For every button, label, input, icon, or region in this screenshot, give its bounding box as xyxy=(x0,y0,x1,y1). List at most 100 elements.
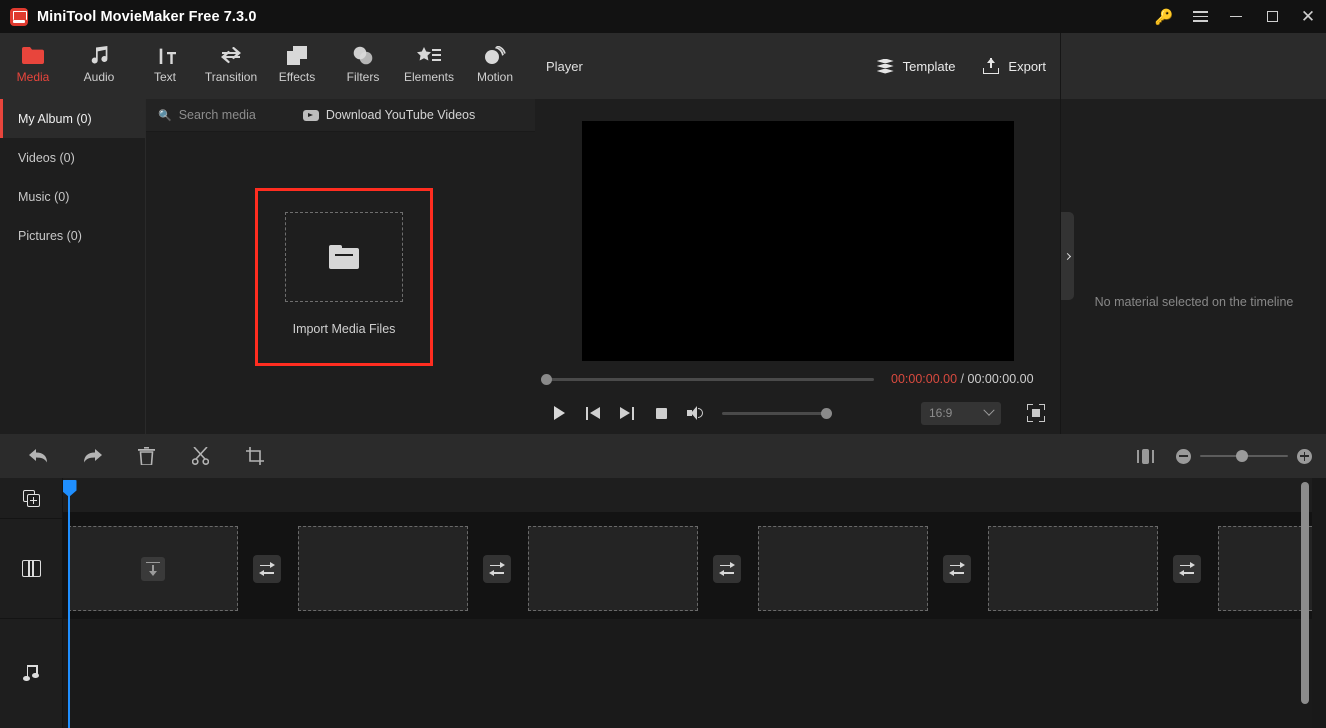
playhead[interactable] xyxy=(63,480,77,728)
ribbon-item-filters[interactable]: Filters xyxy=(330,33,396,99)
audio-track-header[interactable] xyxy=(0,618,62,728)
clip-download-icon[interactable] xyxy=(141,556,165,581)
hamburger-menu-icon[interactable] xyxy=(1182,0,1218,33)
seek-slider[interactable] xyxy=(541,373,874,385)
ribbon-item-media[interactable]: Media xyxy=(0,33,66,99)
video-stage xyxy=(535,99,1060,390)
properties-empty-message: No material selected on the timeline xyxy=(1094,295,1294,309)
sidebar-item-videos[interactable]: Videos (0) xyxy=(0,138,145,177)
redo-arrow-icon xyxy=(84,449,102,463)
volume-slider[interactable] xyxy=(722,407,832,419)
timeline-clip[interactable] xyxy=(1218,526,1312,611)
timeline-body[interactable] xyxy=(63,478,1312,728)
ribbon-label-media: Media xyxy=(16,70,50,84)
transition-button[interactable] xyxy=(943,555,971,583)
video-track-header[interactable] xyxy=(0,518,62,618)
aspect-ratio-select[interactable]: 16:9 xyxy=(921,401,1001,425)
next-frame-icon[interactable] xyxy=(614,400,640,426)
folder-icon xyxy=(329,245,359,269)
export-button[interactable]: Export xyxy=(983,58,1046,74)
film-strip-icon xyxy=(21,560,41,577)
search-input[interactable]: 🔍 Search media xyxy=(158,108,256,122)
timeline-clip[interactable] xyxy=(298,526,468,611)
crop-button[interactable] xyxy=(241,443,268,470)
ribbon-label-filters: Filters xyxy=(346,70,380,84)
ribbon-item-elements[interactable]: Elements xyxy=(396,33,462,99)
timeline-clip[interactable] xyxy=(758,526,928,611)
delete-button[interactable] xyxy=(133,443,160,470)
video-preview[interactable] xyxy=(581,120,1014,361)
maximize-icon[interactable] xyxy=(1254,0,1290,33)
template-button[interactable]: Template xyxy=(876,58,956,74)
layers-squares-icon xyxy=(287,42,307,68)
timeline-clip[interactable] xyxy=(68,526,238,611)
volume-icon[interactable] xyxy=(682,400,708,426)
zoom-slider[interactable] xyxy=(1200,449,1288,462)
sidebar-item-my-album[interactable]: My Album (0) xyxy=(0,99,145,138)
motion-ball-icon xyxy=(484,42,506,68)
player-header-actions: Template Export xyxy=(849,58,1046,74)
trash-icon xyxy=(138,447,155,465)
media-panel: My Album (0) Videos (0) Music (0) Pictur… xyxy=(0,99,535,434)
ribbon-toolbar: Media Audio Text Transition Effects Filt… xyxy=(0,33,535,99)
stop-icon[interactable] xyxy=(648,400,674,426)
minimize-icon[interactable] xyxy=(1218,0,1254,33)
import-media-files-button[interactable]: Import Media Files xyxy=(255,188,433,366)
zoom-out-icon[interactable] xyxy=(1176,448,1191,464)
ribbon-label-elements: Elements xyxy=(403,70,455,84)
fit-to-screen-icon[interactable] xyxy=(1137,448,1154,464)
volume-handle[interactable] xyxy=(821,407,832,419)
download-youtube-label: Download YouTube Videos xyxy=(325,108,476,122)
music-note-icon xyxy=(22,664,40,683)
sidebar-item-pictures[interactable]: Pictures (0) xyxy=(0,216,145,255)
star-list-icon xyxy=(417,42,441,68)
sidebar-item-music[interactable]: Music (0) xyxy=(0,177,145,216)
ribbon-label-text: Text xyxy=(153,70,176,84)
transition-button[interactable] xyxy=(713,555,741,583)
seek-handle[interactable] xyxy=(541,373,552,385)
properties-header xyxy=(1061,33,1326,99)
audio-track[interactable] xyxy=(63,619,1312,728)
template-label: Template xyxy=(902,58,956,74)
transition-swap-icon xyxy=(949,562,965,576)
download-youtube-videos-button[interactable]: Download YouTube Videos xyxy=(302,108,476,122)
aspect-ratio-value: 16:9 xyxy=(929,406,953,420)
ribbon-item-audio[interactable]: Audio xyxy=(66,33,132,99)
timeline-ruler[interactable] xyxy=(63,478,1312,512)
redo-button[interactable] xyxy=(79,443,106,470)
folder-icon xyxy=(22,42,44,68)
ribbon-label-transition: Transition xyxy=(204,70,258,84)
ribbon-item-effects[interactable]: Effects xyxy=(264,33,330,99)
ribbon-item-motion[interactable]: Motion xyxy=(462,33,528,99)
close-icon[interactable]: ✕ xyxy=(1290,0,1326,33)
player-controls: 00:00:00.00 / 00:00:00.00 16:9 xyxy=(535,364,1060,434)
media-content-area: 🔍 Search media Download YouTube Videos I… xyxy=(146,99,535,434)
previous-frame-icon[interactable] xyxy=(580,400,606,426)
zoom-in-icon[interactable] xyxy=(1297,448,1312,464)
undo-button[interactable] xyxy=(25,443,52,470)
color-drops-icon xyxy=(352,42,374,68)
key-icon[interactable]: 🔑 xyxy=(1146,0,1182,33)
transition-button[interactable] xyxy=(253,555,281,583)
panel-collapse-button[interactable] xyxy=(1061,212,1074,300)
split-button[interactable] xyxy=(187,443,214,470)
video-track[interactable] xyxy=(63,512,1312,619)
add-media-button[interactable] xyxy=(0,478,62,518)
import-dropzone xyxy=(285,212,403,302)
transition-swap-icon xyxy=(1179,562,1195,576)
fullscreen-icon[interactable] xyxy=(1027,404,1045,422)
timeline-scrollbar[interactable] xyxy=(1301,482,1309,704)
play-icon[interactable] xyxy=(546,400,572,426)
search-placeholder: Search media xyxy=(178,108,256,122)
transition-button[interactable] xyxy=(1173,555,1201,583)
ribbon-item-text[interactable]: Text xyxy=(132,33,198,99)
ribbon-item-transition[interactable]: Transition xyxy=(198,33,264,99)
transition-button[interactable] xyxy=(483,555,511,583)
app-title: MiniTool MovieMaker Free 7.3.0 xyxy=(37,8,257,25)
zoom-handle[interactable] xyxy=(1236,449,1248,462)
timeline-zoom-controls xyxy=(1137,448,1312,464)
timeline-clip[interactable] xyxy=(528,526,698,611)
timeline-clip[interactable] xyxy=(988,526,1158,611)
stack-layers-icon xyxy=(876,58,894,74)
chevron-down-icon xyxy=(983,404,995,416)
